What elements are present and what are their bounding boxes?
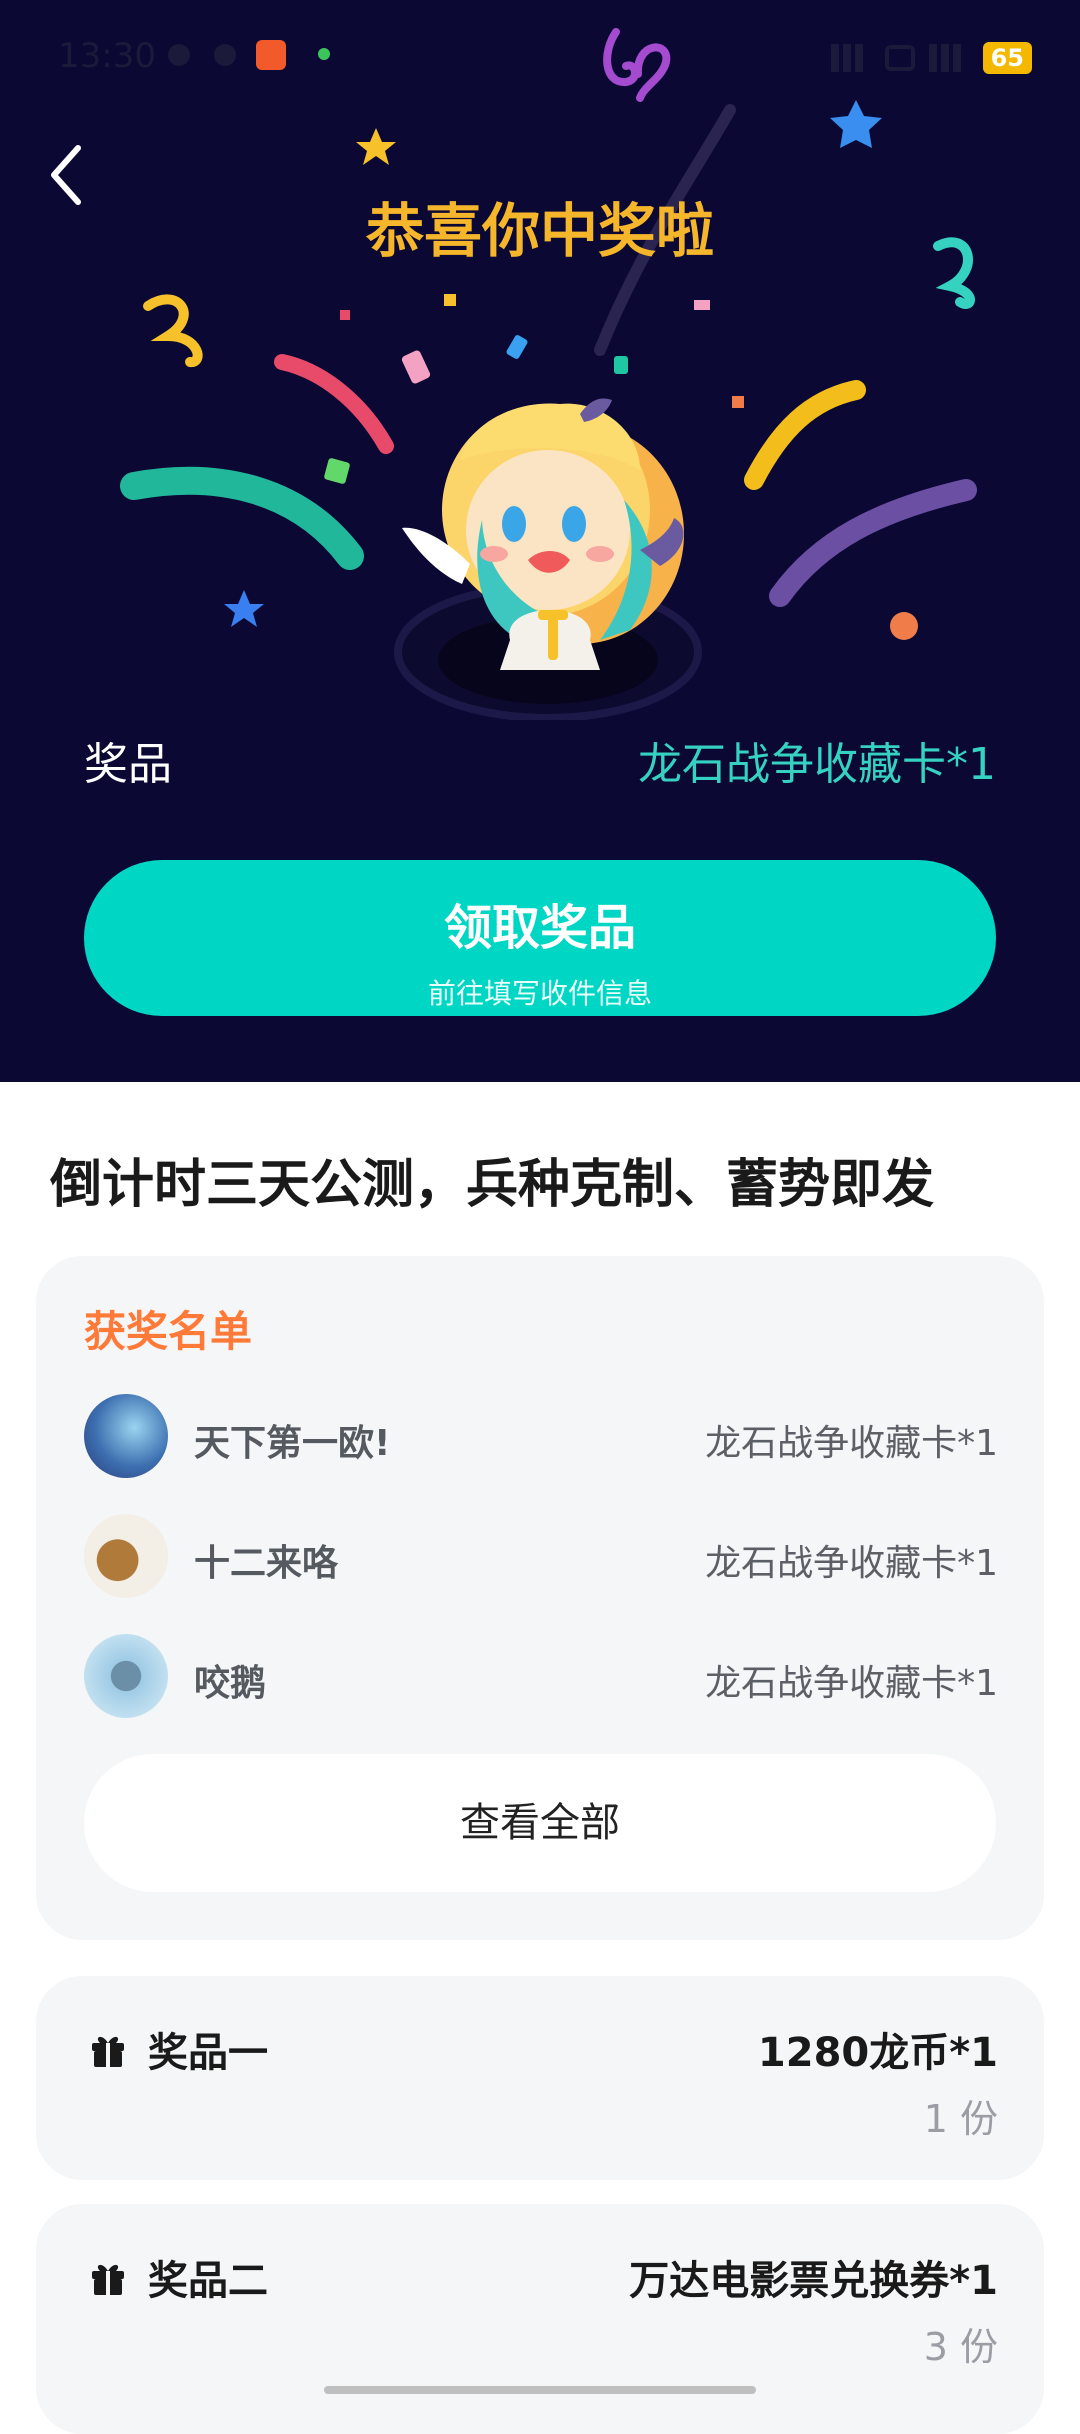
event-headline: 倒计时三天公测，兵种克制、蓄势即发: [50, 1155, 935, 1215]
winners-title: 获奖名单: [84, 1307, 253, 1356]
winner-name: 天下第一欧!: [194, 1423, 391, 1464]
home-indicator[interactable]: [324, 2386, 756, 2394]
notification-icon: [214, 44, 236, 66]
signal-icon: [830, 44, 871, 72]
winner-name: 十二来咯: [194, 1543, 339, 1584]
prize-amount: 万达电影票兑换券*1: [629, 2258, 998, 2304]
congrats-title: 恭喜你中奖啦: [365, 197, 714, 265]
avatar: [84, 1514, 168, 1598]
prize-quantity: 3 份: [923, 2325, 998, 2369]
prize-quantity: 1 份: [923, 2097, 998, 2141]
prize-card: 奖品一 1280龙币*1 1 份: [36, 1976, 1044, 2180]
wifi-icon: [884, 45, 915, 71]
avatar: [84, 1634, 168, 1718]
gift-icon: [92, 2036, 124, 2067]
prize-header: 奖品一: [88, 2020, 268, 2078]
winner-row[interactable]: 咬鹅 龙石战争收藏卡*1: [84, 1634, 998, 1720]
claim-prize-button[interactable]: 领取奖品 前往填写收件信息: [84, 860, 996, 1016]
view-all-button[interactable]: 查看全部: [84, 1754, 996, 1892]
winner-name: 咬鹅: [194, 1663, 267, 1704]
battery-level: 65: [982, 42, 1032, 74]
prize-name: 奖品一: [148, 2030, 268, 2076]
app-notification-icon: [256, 40, 286, 70]
brand-logo-icon: [603, 28, 671, 102]
status-bar: 13:30 65: [0, 0, 1080, 110]
winner-row[interactable]: 天下第一欧! 龙石战争收藏卡*1: [84, 1394, 998, 1480]
prize-header: 奖品二: [88, 2248, 268, 2306]
prize-amount: 1280龙币*1: [757, 2030, 998, 2076]
winner-prize: 龙石战争收藏卡*1: [705, 1543, 998, 1584]
winners-list-card: 获奖名单 天下第一欧! 龙石战争收藏卡*1 十二来咯 龙石战争收藏卡*1 咬鹅 …: [36, 1256, 1044, 1940]
prize-value: 龙石战争收藏卡*1: [638, 739, 996, 790]
winner-prize: 龙石战争收藏卡*1: [705, 1663, 998, 1704]
status-icons: 65: [830, 38, 1032, 78]
avatar: [84, 1394, 168, 1478]
notification-icon: [168, 44, 190, 66]
app-notification-icon: [318, 48, 330, 60]
gift-icon: [92, 2264, 124, 2295]
status-time: 13:30: [58, 36, 156, 76]
claim-button-title: 领取奖品: [443, 900, 636, 956]
prize-name: 奖品二: [148, 2258, 268, 2304]
hero-banner: 13:30 65 恭喜你中奖啦 奖品 龙石战争收藏卡*1 领取奖品 前往填写收件…: [0, 0, 1080, 1082]
signal-strength-icon: [928, 44, 969, 72]
winner-row[interactable]: 十二来咯 龙石战争收藏卡*1: [84, 1514, 998, 1600]
claim-button-subtitle: 前往填写收件信息: [427, 977, 652, 1010]
prize-label: 奖品: [84, 739, 172, 790]
winner-prize: 龙石战争收藏卡*1: [705, 1423, 998, 1464]
